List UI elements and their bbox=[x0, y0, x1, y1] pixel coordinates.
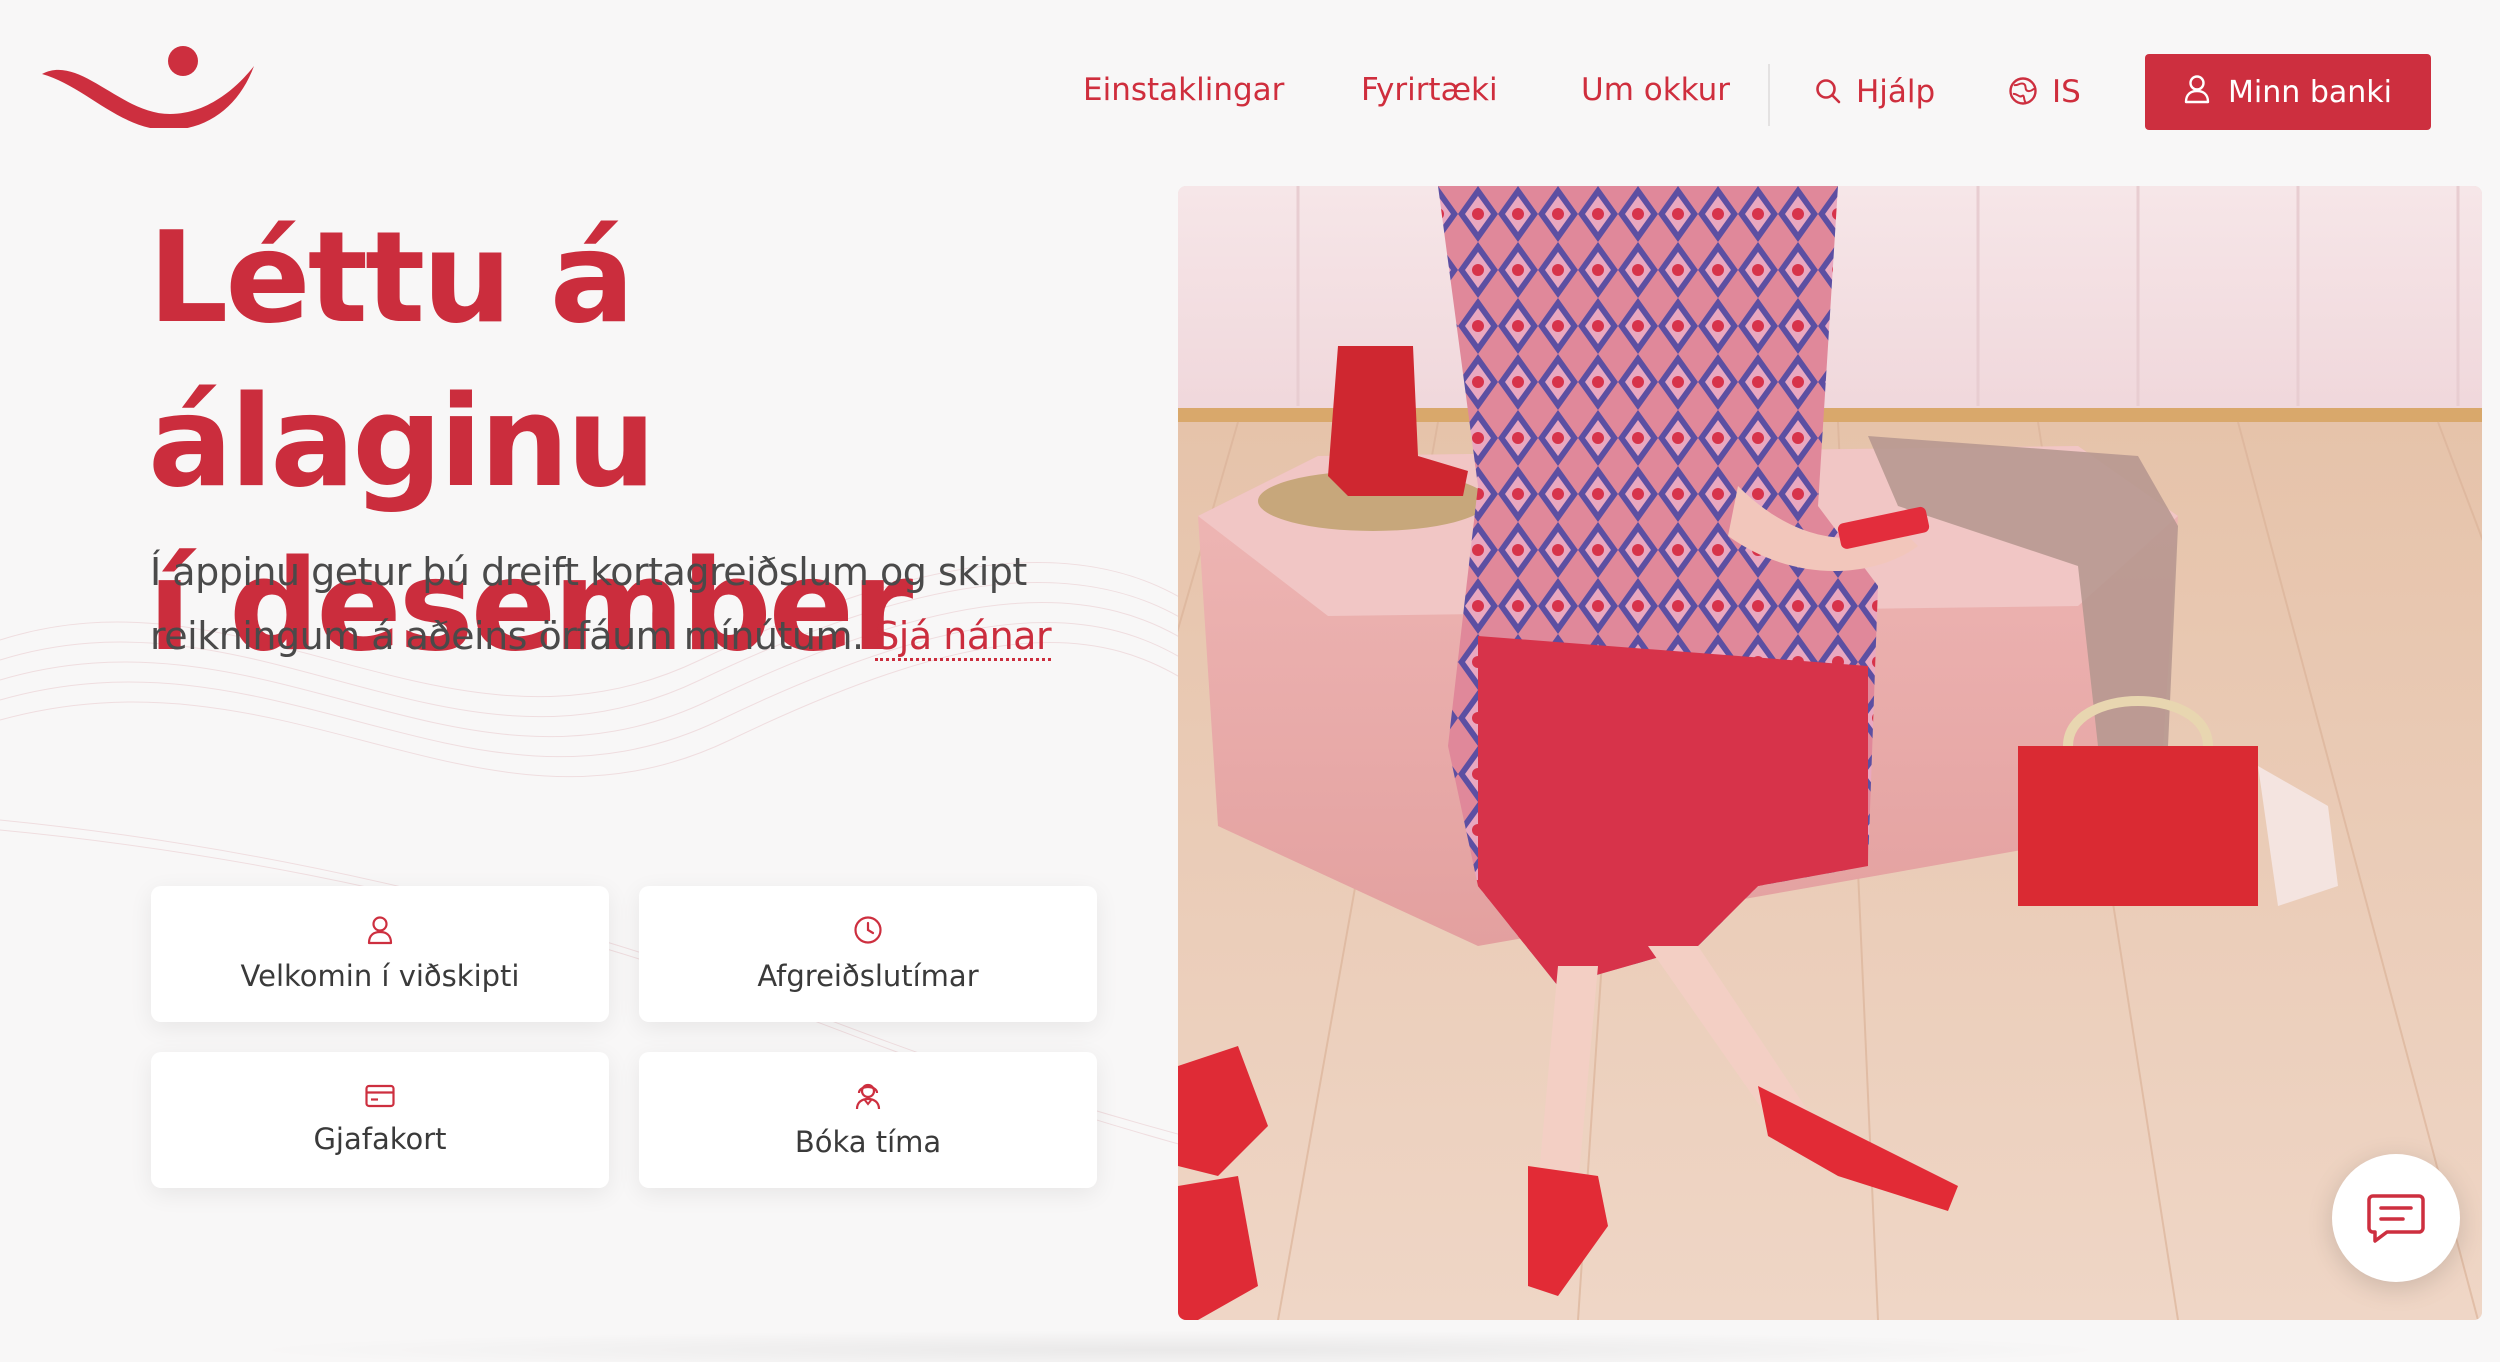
user-icon bbox=[367, 916, 393, 945]
quick-link-boka-tima[interactable]: Bóka tíma bbox=[639, 1052, 1097, 1188]
nav-fyrirtaeki[interactable]: Fyrirtæki bbox=[1361, 60, 1498, 120]
credit-card-icon bbox=[365, 1084, 395, 1108]
footer-shadow bbox=[230, 1330, 2130, 1362]
quick-link-label: Bóka tíma bbox=[794, 1125, 942, 1159]
hero-photo-illustration bbox=[1178, 186, 2482, 1320]
hero-image bbox=[1178, 186, 2482, 1320]
help-label: Hjálp bbox=[1856, 74, 1936, 110]
nav-divider bbox=[1768, 64, 1770, 126]
language-label: IS bbox=[2052, 74, 2081, 110]
nav-um-okkur[interactable]: Um okkur bbox=[1581, 60, 1730, 120]
minn-banki-button[interactable]: Minn banki bbox=[2145, 54, 2431, 130]
quick-link-label: Velkomin í viðskipti bbox=[240, 959, 520, 993]
hero-read-more-link[interactable]: Sjá nánar bbox=[875, 614, 1052, 661]
person-headset-icon bbox=[855, 1083, 881, 1110]
clock-icon bbox=[854, 916, 882, 944]
quick-link-afgreidslutimar[interactable]: Afgreiðslutímar bbox=[639, 886, 1097, 1022]
chat-icon bbox=[2367, 1194, 2425, 1243]
hero-description: Í appinu getur þú dreift kortagreiðslum … bbox=[150, 540, 1090, 668]
globe-icon bbox=[2009, 76, 2037, 105]
minn-banki-label: Minn banki bbox=[2228, 74, 2392, 110]
quick-link-label: Afgreiðslutímar bbox=[757, 959, 979, 993]
hero-title-line1: Léttu á álaginu bbox=[148, 204, 656, 515]
quick-link-velkomin[interactable]: Velkomin í viðskipti bbox=[151, 886, 609, 1022]
chat-button[interactable] bbox=[2332, 1154, 2460, 1282]
quick-link-gjafakort[interactable]: Gjafakort bbox=[151, 1052, 609, 1188]
search-icon bbox=[1816, 78, 1841, 103]
arion-smile-logo-icon[interactable] bbox=[40, 44, 260, 128]
nav-einstaklingar[interactable]: Einstaklingar bbox=[1083, 60, 1284, 120]
quick-link-label: Gjafakort bbox=[313, 1122, 447, 1156]
language-switch[interactable]: IS bbox=[2008, 62, 2081, 122]
user-icon bbox=[2184, 75, 2210, 104]
help-link[interactable]: Hjálp bbox=[1814, 62, 1935, 122]
